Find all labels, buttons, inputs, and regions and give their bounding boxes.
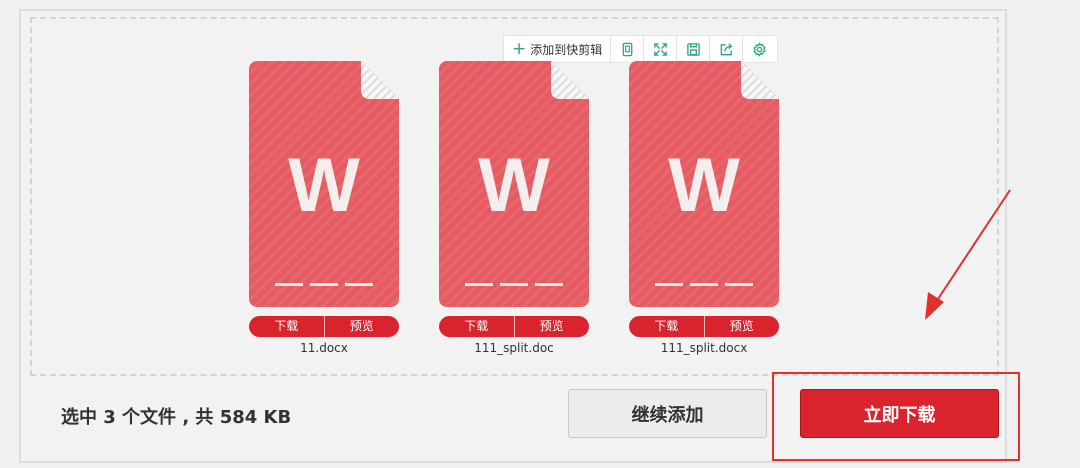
annotation-arrow-icon [925, 189, 1011, 320]
file-actions: 下载 预览 [629, 316, 779, 337]
file-name: 11.docx [300, 341, 348, 355]
save-icon[interactable] [677, 36, 711, 62]
share-icon[interactable] [710, 36, 744, 62]
preview-file-button[interactable]: 预览 [705, 316, 780, 337]
word-doc-icon[interactable]: W [629, 61, 779, 307]
continue-adding-button[interactable]: 继续添加 [568, 389, 767, 438]
fullscreen-icon[interactable] [644, 36, 678, 62]
plus-icon: + [512, 38, 527, 59]
file-name: 111_split.doc [474, 341, 554, 355]
add-to-clip-button[interactable]: + 添加到快剪辑 [504, 36, 612, 62]
file-actions: 下载 预览 [249, 316, 399, 337]
doc-glyph: W [288, 143, 360, 228]
download-file-button[interactable]: 下载 [629, 316, 705, 337]
preview-file-button[interactable]: 预览 [325, 316, 400, 337]
selection-summary: 选中 3 个文件 , 共 584 KB [61, 407, 292, 428]
preview-file-button[interactable]: 预览 [515, 316, 590, 337]
doc-glyph: W [668, 143, 740, 228]
annotation-highlight-box [772, 372, 1020, 461]
settings-icon[interactable] [743, 36, 776, 62]
add-to-clip-label: 添加到快剪辑 [530, 42, 603, 57]
word-doc-icon[interactable]: W [249, 61, 399, 307]
download-file-button[interactable]: 下载 [249, 316, 325, 337]
word-doc-icon[interactable]: W [439, 61, 589, 307]
file-name: 111_split.docx [660, 341, 748, 355]
media-toolbar: + 添加到快剪辑 [503, 35, 778, 63]
download-file-button[interactable]: 下载 [439, 316, 515, 337]
page-icon[interactable] [611, 36, 645, 62]
file-actions: 下载 预览 [439, 316, 589, 337]
doc-glyph: W [478, 143, 550, 228]
